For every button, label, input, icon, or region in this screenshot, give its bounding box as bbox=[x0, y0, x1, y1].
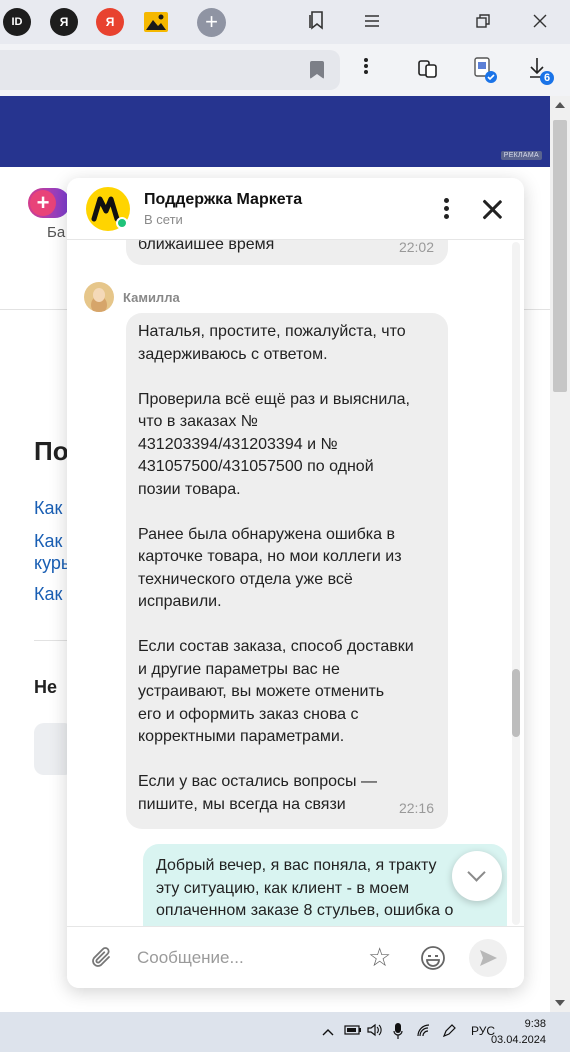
address-bar-row: 6 bbox=[0, 44, 570, 96]
clock-time: 9:38 bbox=[524, 1018, 546, 1030]
plus-icon: + bbox=[30, 190, 56, 216]
my-message-bubble: Добрый вечер, я вас поняла, я тракту эту… bbox=[143, 844, 507, 926]
message-line: устраивают, вы можете отменить bbox=[138, 683, 385, 700]
show-hidden-icons-icon[interactable] bbox=[322, 1025, 334, 1039]
help-link-1[interactable]: Как bbox=[34, 498, 62, 519]
message-line: эту ситуацию, как клиент - в моем bbox=[156, 879, 410, 897]
message-line: оплаченном заказе 8 стульев, ошибка о bbox=[156, 902, 454, 919]
tab-images[interactable] bbox=[142, 8, 170, 36]
chat-scroll-track bbox=[512, 242, 520, 925]
send-button[interactable] bbox=[469, 939, 507, 977]
page-subheading: Не bbox=[34, 677, 58, 697]
message-text: ближайшее время bbox=[138, 240, 275, 253]
chat-status: В сети bbox=[144, 212, 183, 227]
message-line: пишите, мы всегда на связи bbox=[138, 795, 346, 813]
message-line: Если состав заказа, способ доставки bbox=[138, 638, 414, 655]
message-line: позии товара. bbox=[138, 480, 241, 498]
tab-yandex[interactable]: Я bbox=[50, 8, 78, 36]
ad-label: РЕКЛАМА bbox=[500, 151, 542, 160]
close-window-icon[interactable] bbox=[528, 10, 552, 34]
help-link-3[interactable]: Как bbox=[34, 584, 62, 605]
message-line bbox=[138, 614, 436, 637]
scroll-to-bottom-button[interactable] bbox=[452, 851, 502, 901]
message-line: Если у вас остались вопросы — bbox=[138, 773, 377, 790]
chat-header: Поддержка Маркета В сети bbox=[67, 178, 524, 240]
downloads-count-badge: 6 bbox=[543, 72, 551, 84]
plus-points-badge[interactable]: + bbox=[28, 188, 70, 218]
message-line bbox=[138, 749, 436, 772]
message-line: 431203394/431203394 и № bbox=[138, 435, 338, 453]
tab-id[interactable]: ID bbox=[3, 8, 31, 36]
image-icon bbox=[144, 12, 168, 32]
battery-icon[interactable] bbox=[344, 1024, 362, 1039]
emoji-icon[interactable] bbox=[420, 945, 446, 976]
chat-more-icon[interactable] bbox=[439, 198, 453, 220]
chat-close-icon[interactable] bbox=[481, 198, 503, 220]
tab-yandex-browser[interactable]: Я bbox=[96, 8, 124, 36]
chat-messages[interactable]: ближайшее время 22:02 Камилла Наталья, п… bbox=[67, 240, 524, 926]
chat-title: Поддержка Маркета bbox=[144, 191, 303, 208]
send-icon bbox=[480, 950, 497, 966]
wifi-icon[interactable] bbox=[416, 1023, 432, 1040]
pen-icon[interactable] bbox=[441, 1023, 457, 1042]
taskbar: РУС 9:38 03.04.2024 bbox=[0, 1012, 570, 1052]
message-line: задерживаюсь с ответом. bbox=[138, 345, 328, 363]
avatar bbox=[84, 282, 114, 312]
message-line: корректными параметрами. bbox=[138, 728, 345, 745]
message-line: технического отдела уже всё bbox=[138, 570, 353, 588]
message-line: Добрый вечер, я вас поняла, я тракту bbox=[156, 857, 437, 874]
collections-icon[interactable] bbox=[416, 57, 440, 81]
message-bubble: ближайшее время 22:02 bbox=[126, 240, 448, 265]
microphone-icon[interactable] bbox=[393, 1022, 403, 1043]
browser-tab-strip: ID Я Я + bbox=[0, 0, 570, 44]
help-link-2[interactable]: Как bbox=[34, 531, 62, 552]
message-line: исправили. bbox=[138, 593, 222, 610]
page-heading: По bbox=[34, 436, 69, 466]
page-scroll-thumb[interactable] bbox=[553, 120, 567, 392]
address-bar[interactable] bbox=[0, 50, 340, 90]
message-line bbox=[138, 501, 436, 524]
message-line: и другие параметры вас не bbox=[138, 660, 340, 678]
message-line: 431057500/431057500 по одной bbox=[138, 458, 374, 475]
new-tab-button[interactable]: + bbox=[197, 8, 226, 37]
online-indicator bbox=[116, 217, 128, 229]
scroll-down-arrow-icon[interactable] bbox=[555, 1000, 565, 1006]
message-line: карточке товара, но мои коллеги из bbox=[138, 548, 402, 565]
message-line: Проверила всё ещё раз и выяснила, bbox=[138, 390, 410, 408]
tab-id-label: ID bbox=[11, 16, 23, 28]
message-line: что в заказах № bbox=[138, 413, 258, 430]
bookmarks-panel-icon[interactable] bbox=[305, 10, 329, 34]
bookmark-icon[interactable] bbox=[310, 61, 324, 79]
balance-label: Ба bbox=[47, 224, 66, 241]
tab-yandex-label: Я bbox=[59, 15, 69, 29]
downloads-icon[interactable]: 6 bbox=[527, 56, 554, 85]
more-vertical-icon[interactable] bbox=[354, 57, 378, 81]
star-icon[interactable]: ☆ bbox=[368, 944, 391, 970]
message-bubble: Наталья, простите, пожалуйста, что задер… bbox=[126, 313, 448, 829]
message-line bbox=[138, 366, 436, 389]
restore-window-icon[interactable] bbox=[471, 10, 495, 34]
message-line: его и оформить заказ снова с bbox=[138, 705, 359, 723]
volume-icon[interactable] bbox=[367, 1023, 383, 1040]
chat-scrollbar[interactable] bbox=[510, 242, 520, 925]
tab-yandex-browser-label: Я bbox=[105, 15, 115, 29]
message-time: 22:16 bbox=[398, 799, 434, 816]
page-scrollbar[interactable] bbox=[550, 96, 570, 1012]
clock-date: 03.04.2024 bbox=[490, 1034, 546, 1046]
chat-scroll-thumb[interactable] bbox=[512, 669, 520, 737]
menu-icon[interactable] bbox=[360, 10, 384, 34]
message-line: Наталья, простите, пожалуйста, что bbox=[138, 323, 406, 340]
ad-banner[interactable]: РЕКЛАМА bbox=[0, 96, 550, 167]
message-input[interactable] bbox=[137, 943, 357, 973]
message-time: 22:02 bbox=[398, 240, 434, 255]
support-chat-widget: Поддержка Маркета В сети ближайшее время… bbox=[67, 178, 524, 988]
sender-name: Камилла bbox=[123, 290, 180, 305]
scroll-up-arrow-icon[interactable] bbox=[555, 102, 565, 108]
extension-icon[interactable] bbox=[472, 56, 497, 83]
message-composer: ☆ bbox=[67, 926, 524, 988]
clock[interactable]: 9:38 03.04.2024 bbox=[491, 1016, 546, 1048]
attach-icon[interactable] bbox=[89, 945, 115, 976]
message-line: Ранее была обнаружена ошибка в bbox=[138, 525, 395, 543]
